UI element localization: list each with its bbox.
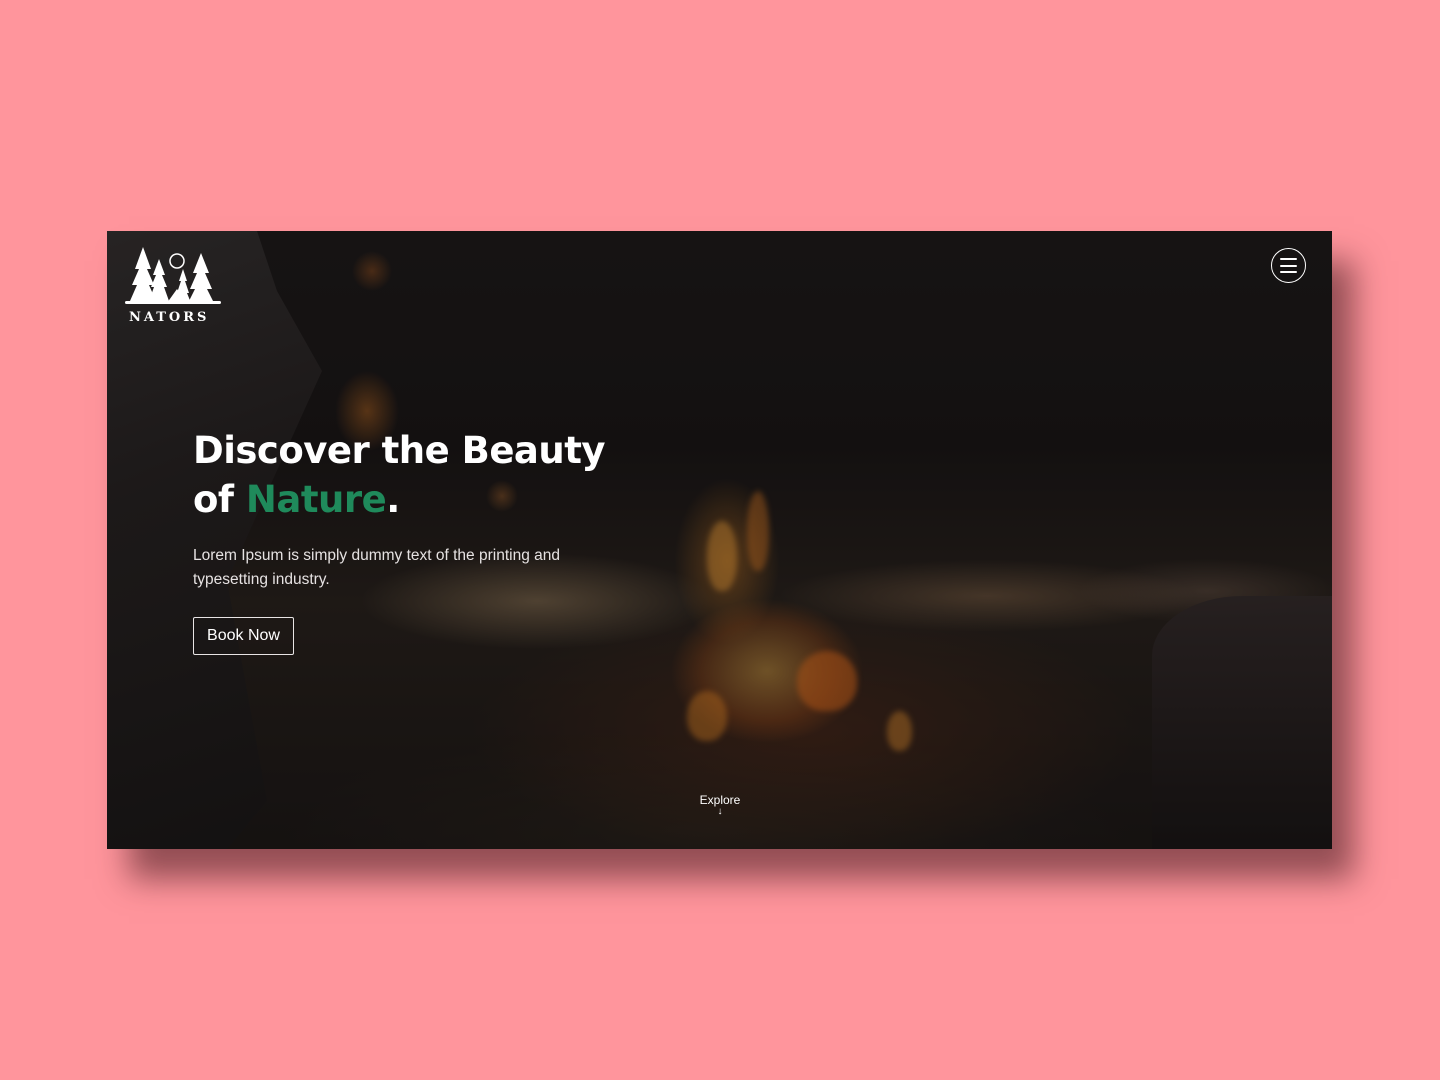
hero-title-of: of (193, 478, 246, 521)
menu-button[interactable] (1271, 248, 1306, 283)
hero-title-period: . (386, 478, 400, 521)
hero-title: Discover the Beauty of Nature. (193, 426, 653, 524)
hamburger-menu-icon-bar (1280, 264, 1297, 267)
forest-logo-icon (125, 247, 221, 304)
hero-description: Lorem Ipsum is simply dummy text of the … (193, 547, 560, 588)
hero-screenshot-frame: NATORS Discover the Beauty of Nature. Lo… (107, 231, 1332, 849)
logo-wordmark: NATORS (129, 310, 210, 325)
arrow-down-icon: ↓ (717, 806, 723, 817)
explore-label: Explore (699, 793, 741, 807)
hero-title-line1: Discover the Beauty (193, 429, 606, 472)
hero-content: Discover the Beauty of Nature. Lorem Ips… (193, 426, 653, 655)
hero-title-accent: Nature (245, 478, 387, 521)
hamburger-menu-icon-bar (1280, 271, 1297, 273)
hamburger-menu-icon-bar (1280, 258, 1297, 260)
explore-link[interactable]: Explore ↓ (690, 793, 750, 817)
book-now-button[interactable]: Book Now (193, 617, 294, 655)
natours-logo[interactable]: NATORS (121, 239, 226, 325)
